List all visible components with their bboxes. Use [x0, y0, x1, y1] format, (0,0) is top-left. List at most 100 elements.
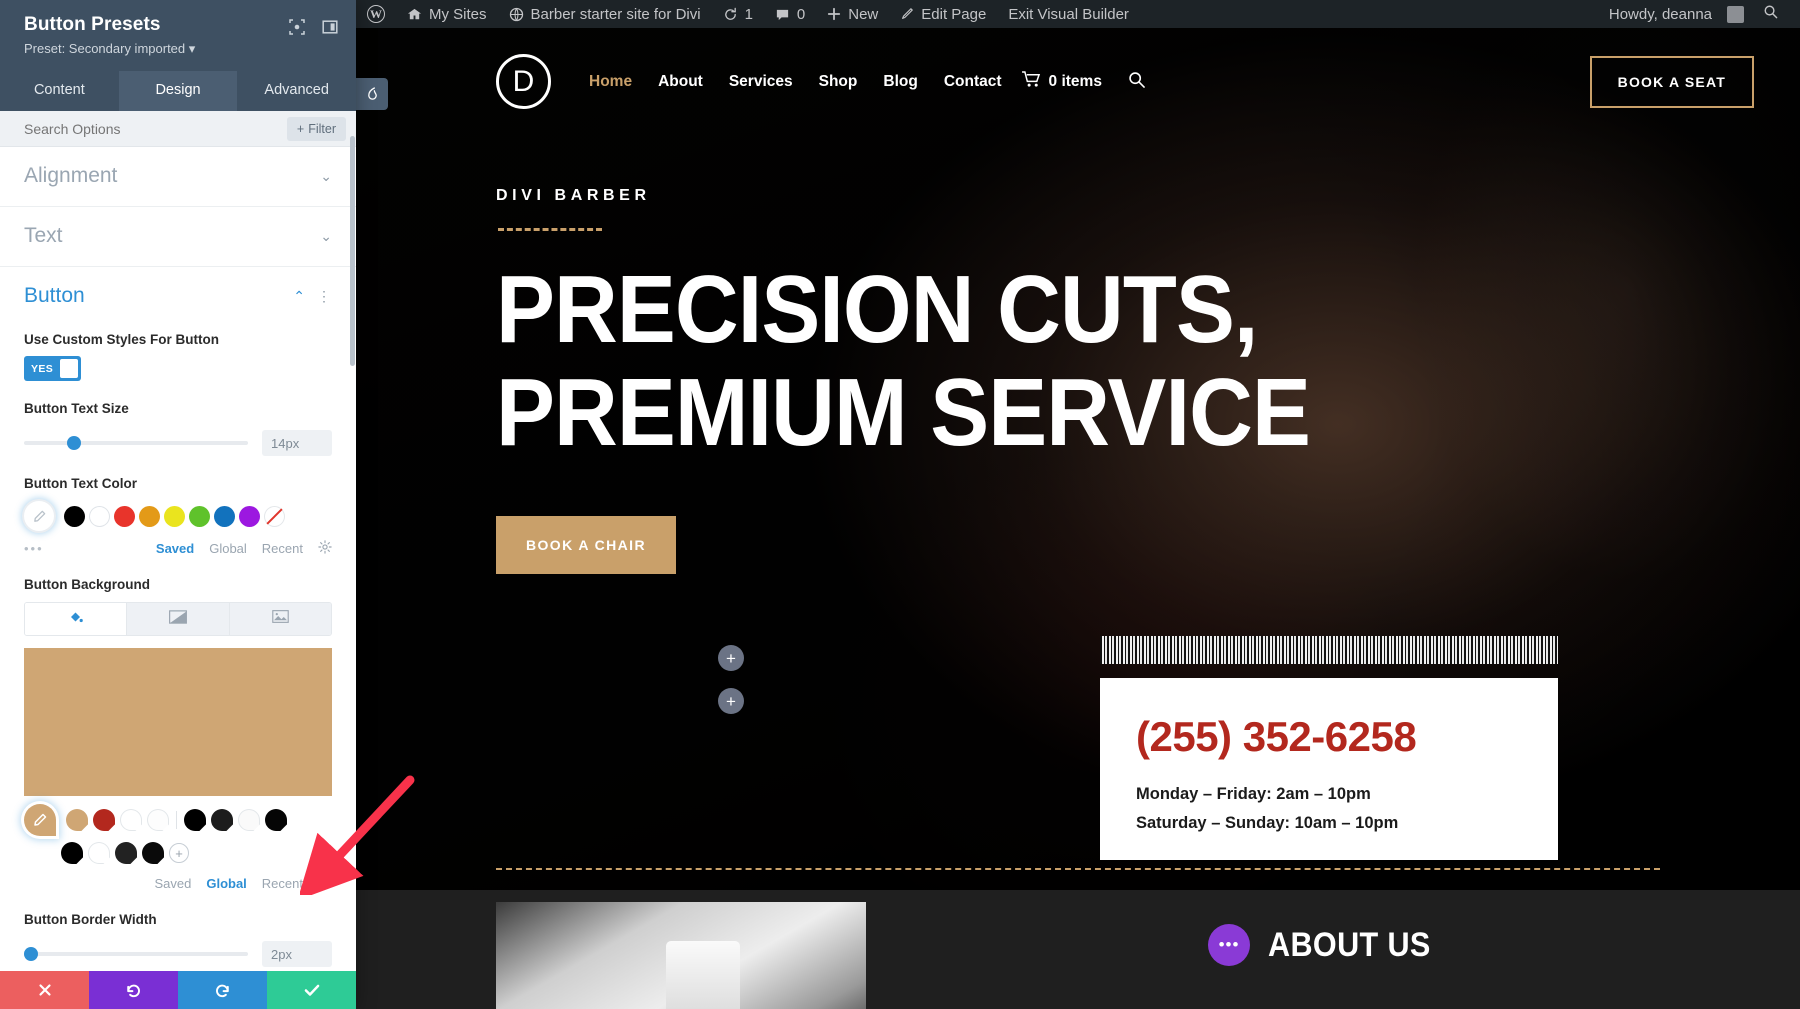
button-background-type-tabs [24, 602, 332, 636]
tab-content[interactable]: Content [0, 71, 119, 111]
global-swatch-black-3[interactable] [61, 842, 83, 864]
swatch-green[interactable] [189, 505, 210, 527]
global-swatch-red[interactable] [93, 809, 115, 831]
bg-palette-tab-saved[interactable]: Saved [154, 876, 191, 891]
eyedropper-picker-button[interactable] [24, 501, 54, 531]
global-swatch-darkgray[interactable] [211, 809, 233, 831]
nav-item-contact[interactable]: Contact [944, 73, 1002, 91]
preset-selector[interactable]: Preset: Secondary imported ▾ [24, 41, 338, 71]
global-eyedropper-button[interactable] [24, 804, 56, 836]
add-global-color-button[interactable]: + [169, 843, 189, 863]
palette-tab-global[interactable]: Global [209, 541, 247, 556]
book-a-chair-button[interactable]: BOOK A CHAIR [496, 516, 676, 575]
book-a-seat-button[interactable]: BOOK A SEAT [1589, 55, 1754, 108]
global-swatch-charcoal[interactable] [115, 842, 137, 864]
tab-design[interactable]: Design [118, 71, 238, 111]
tab-advanced[interactable]: Advanced [237, 71, 356, 111]
use-custom-styles-toggle[interactable]: YES [24, 356, 81, 381]
accordion-text[interactable]: Text ⌄ [0, 207, 356, 267]
swatch-red[interactable] [114, 505, 135, 527]
add-module-button-top[interactable]: + [718, 645, 744, 671]
about-section: ••• ABOUT US [356, 890, 1800, 1009]
accordion-button[interactable]: Button ⌃ ⋮ [0, 267, 356, 312]
cart-icon [1021, 70, 1041, 93]
undo-button[interactable] [89, 971, 178, 1009]
swatch-blue[interactable] [214, 505, 235, 527]
text-size-slider-knob[interactable] [66, 436, 81, 450]
swatch-black[interactable] [64, 505, 85, 527]
edit-page-button[interactable]: Edit Page [889, 0, 997, 28]
border-width-slider[interactable] [24, 947, 248, 961]
nav-item-about[interactable]: About [658, 73, 703, 91]
save-button[interactable] [267, 971, 356, 1009]
redo-button[interactable] [178, 971, 267, 1009]
bg-tab-image[interactable] [229, 603, 331, 635]
global-swatch-black-4[interactable] [142, 842, 164, 864]
updates-button[interactable]: 1 [712, 0, 764, 28]
ellipsis-icon[interactable]: ••• [1208, 924, 1250, 966]
nav-item-shop[interactable]: Shop [819, 73, 858, 91]
site-logo[interactable]: D [496, 54, 551, 109]
text-size-slider[interactable] [24, 436, 248, 450]
global-swatch-white[interactable] [120, 809, 142, 831]
builder-side-tab[interactable] [356, 78, 388, 110]
chevron-up-icon: ⌃ [293, 287, 305, 304]
button-background-label: Button Background [24, 577, 150, 592]
swatch-transparent[interactable] [264, 505, 285, 527]
global-swatch-tan[interactable] [66, 809, 88, 831]
bg-tab-color[interactable] [25, 603, 128, 635]
search-input[interactable] [24, 120, 287, 137]
gear-icon[interactable] [318, 540, 332, 557]
swatch-yellow[interactable] [164, 505, 185, 527]
howdy-user-menu[interactable]: Howdy, deanna [1598, 0, 1755, 28]
my-sites-menu[interactable]: My Sites [396, 0, 498, 28]
palette-tab-saved[interactable]: Saved [156, 541, 194, 556]
cart-link[interactable]: 0 items [1021, 70, 1102, 93]
text-size-value[interactable]: 14px [262, 430, 332, 456]
search-icon[interactable] [1755, 4, 1792, 24]
discard-button[interactable] [0, 971, 89, 1009]
global-swatch-black-2[interactable] [265, 809, 287, 831]
phone-number[interactable]: (255) 352-6258 [1136, 716, 1522, 758]
global-swatch-lightgray[interactable] [238, 809, 260, 831]
accordion-alignment[interactable]: Alignment ⌄ [0, 147, 356, 207]
accordion-options-icon[interactable]: ⋮ [317, 288, 332, 305]
global-swatch-offwhite[interactable] [147, 809, 169, 831]
comments-icon [775, 7, 790, 22]
layout-columns-icon[interactable] [322, 19, 338, 35]
comments-button[interactable]: 0 [764, 0, 816, 28]
bg-palette-tab-recent[interactable]: Recent [262, 876, 303, 891]
nav-item-home[interactable]: Home [589, 73, 632, 91]
more-colors-icon[interactable]: ••• [24, 541, 44, 556]
chevron-down-icon: ▾ [188, 41, 196, 56]
panel-footer-actions [0, 971, 356, 1009]
text-color-palette-footer: ••• Saved Global Recent [24, 540, 332, 557]
panel-scrollbar[interactable] [350, 136, 355, 366]
bg-tab-gradient[interactable] [127, 603, 230, 635]
nav-item-services[interactable]: Services [729, 73, 793, 91]
swatch-purple[interactable] [239, 505, 260, 527]
chevron-down-icon: ⌄ [320, 227, 332, 244]
site-name-menu[interactable]: Barber starter site for Divi [498, 0, 712, 28]
global-swatch-black-1[interactable] [184, 809, 206, 831]
filter-button[interactable]: + Filter [286, 116, 346, 141]
accordion-text-label: Text [24, 224, 63, 247]
exit-visual-builder-button[interactable]: Exit Visual Builder [997, 0, 1140, 28]
contact-info-card: (255) 352-6258 Monday – Friday: 2am – 10… [1100, 678, 1558, 860]
new-content-menu[interactable]: New [816, 0, 889, 28]
add-module-button-bottom[interactable]: + [718, 688, 744, 714]
target-icon[interactable] [289, 19, 305, 35]
global-swatch-white-2[interactable] [88, 842, 110, 864]
swatch-orange[interactable] [139, 505, 160, 527]
bg-palette-tab-global[interactable]: Global [206, 876, 246, 891]
gear-icon[interactable] [318, 875, 332, 892]
wordpress-logo-button[interactable]: W [356, 0, 396, 28]
nav-item-blog[interactable]: Blog [883, 73, 917, 91]
howdy-label: Howdy, deanna [1608, 5, 1712, 23]
border-width-slider-knob[interactable] [24, 947, 38, 961]
site-search-icon[interactable] [1128, 71, 1145, 93]
border-width-value[interactable]: 2px [262, 941, 332, 967]
swatch-white[interactable] [89, 505, 110, 527]
background-color-preview[interactable] [24, 648, 332, 796]
palette-tab-recent[interactable]: Recent [262, 541, 303, 556]
